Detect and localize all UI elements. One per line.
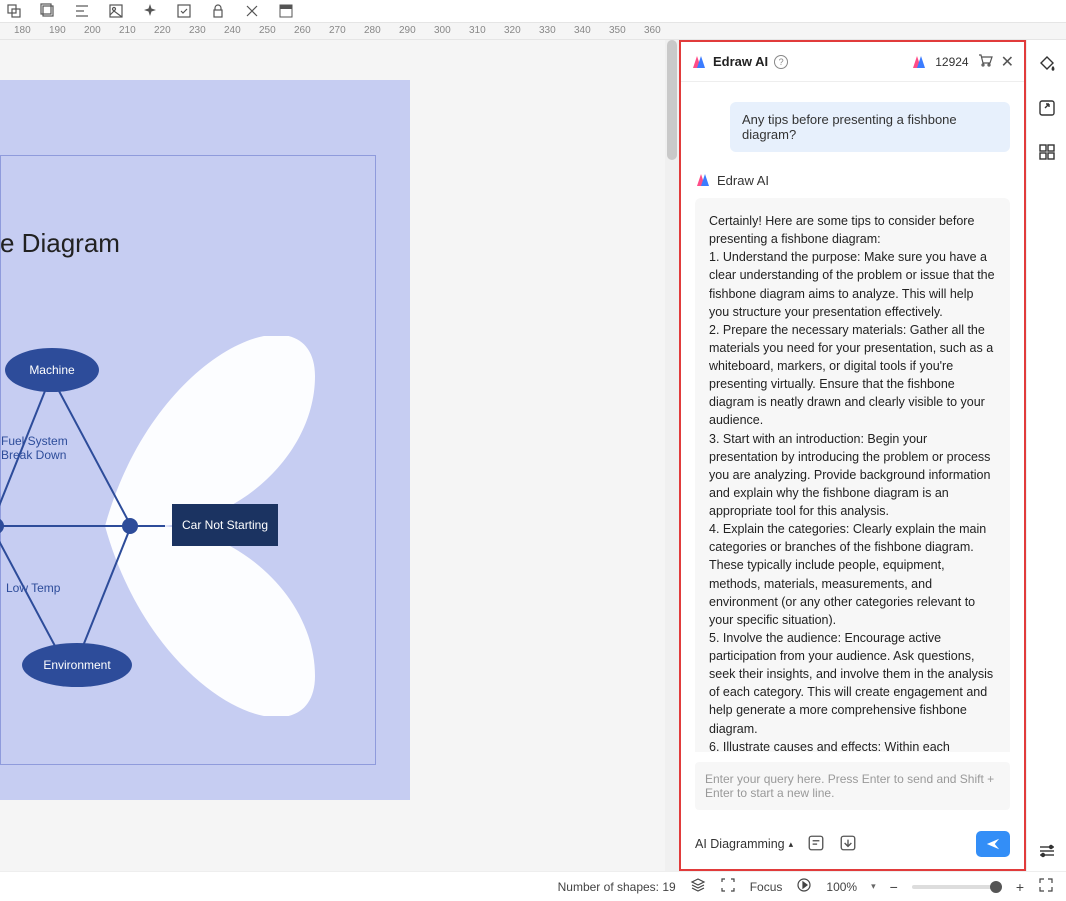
assistant-name: Edraw AI [717, 173, 769, 188]
chevron-up-icon: ▴ [789, 839, 794, 850]
ai-mode-label: AI Diagramming [695, 837, 785, 851]
fullscreen-icon[interactable] [1038, 877, 1054, 896]
ai-panel: Edraw AI ? 12924 ✕ Any tips before prese… [679, 40, 1026, 871]
layers-icon[interactable] [6, 3, 22, 19]
duplicate-icon[interactable] [40, 3, 56, 19]
cause-machine[interactable]: Machine [5, 348, 99, 392]
focus-target-icon[interactable] [720, 877, 736, 896]
vertical-scrollbar[interactable] [665, 40, 679, 871]
tools-icon[interactable] [244, 3, 260, 19]
spine-node[interactable] [122, 518, 138, 534]
canvas[interactable]: e Diagram Machine Environment Car No [0, 40, 679, 871]
effect-box[interactable]: Car Not Starting [172, 504, 278, 546]
table-icon[interactable] [278, 3, 294, 19]
user-message: Any tips before presenting a fishbone di… [730, 102, 1010, 152]
export-icon[interactable] [1037, 98, 1057, 118]
label-fuel: Fuel System Break Down [1, 434, 68, 462]
status-bar: Number of shapes: 19 Focus 100% ▾ − + [0, 871, 1066, 901]
assistant-name-row: Edraw AI [695, 172, 1010, 188]
zoom-level[interactable]: 100% [826, 880, 857, 894]
grid-icon[interactable] [1037, 142, 1057, 162]
chevron-down-icon[interactable]: ▾ [871, 881, 876, 892]
zoom-knob[interactable] [990, 881, 1002, 893]
ai-input-area [681, 752, 1024, 823]
diagram-sheet: e Diagram Machine Environment Car No [0, 80, 410, 800]
zoom-out-icon[interactable]: − [890, 879, 898, 895]
export-chat-icon[interactable] [839, 834, 857, 855]
cause-environment[interactable]: Environment [22, 643, 132, 687]
align-icon[interactable] [74, 3, 90, 19]
ai-footer: AI Diagramming ▴ [681, 823, 1024, 869]
ai-title: Edraw AI [713, 54, 768, 69]
close-icon[interactable]: ✕ [1001, 52, 1014, 72]
sparkle-icon[interactable] [142, 3, 158, 19]
workspace: e Diagram Machine Environment Car No [0, 40, 1066, 871]
check-icon[interactable] [176, 3, 192, 19]
focus-label[interactable]: Focus [750, 880, 783, 894]
settings-list-icon[interactable] [1037, 841, 1057, 861]
assistant-message: Certainly! Here are some tips to conside… [695, 198, 1010, 752]
lock-icon[interactable] [210, 3, 226, 19]
shape-count: Number of shapes: 19 [558, 880, 676, 894]
right-rail [1026, 40, 1066, 871]
edraw-logo-icon [695, 172, 711, 188]
top-toolbar [0, 0, 1066, 22]
cart-icon[interactable] [977, 52, 993, 71]
layers-status-icon[interactable] [690, 877, 706, 896]
credit-logo-icon [911, 54, 927, 70]
fill-icon[interactable] [1037, 54, 1057, 74]
play-icon[interactable] [796, 877, 812, 896]
ai-header: Edraw AI ? 12924 ✕ [681, 42, 1024, 82]
selection-frame: Machine Environment Car Not Starting Fue… [0, 155, 376, 765]
prompt-template-icon[interactable] [807, 834, 825, 855]
scroll-thumb[interactable] [667, 40, 677, 160]
send-button[interactable] [976, 831, 1010, 857]
ai-input[interactable] [695, 762, 1010, 810]
ai-credits: 12924 [935, 55, 968, 69]
zoom-slider[interactable] [912, 885, 1002, 889]
help-icon[interactable]: ? [774, 55, 788, 69]
ai-mode-button[interactable]: AI Diagramming ▴ [695, 837, 793, 851]
chat-body: Any tips before presenting a fishbone di… [681, 82, 1024, 752]
image-icon[interactable] [108, 3, 124, 19]
label-lowtemp: Low Temp [6, 581, 60, 595]
horizontal-ruler: 1801902002102202302402502602702802903003… [0, 22, 1066, 40]
edraw-logo-icon [691, 54, 707, 70]
zoom-in-icon[interactable]: + [1016, 879, 1024, 895]
